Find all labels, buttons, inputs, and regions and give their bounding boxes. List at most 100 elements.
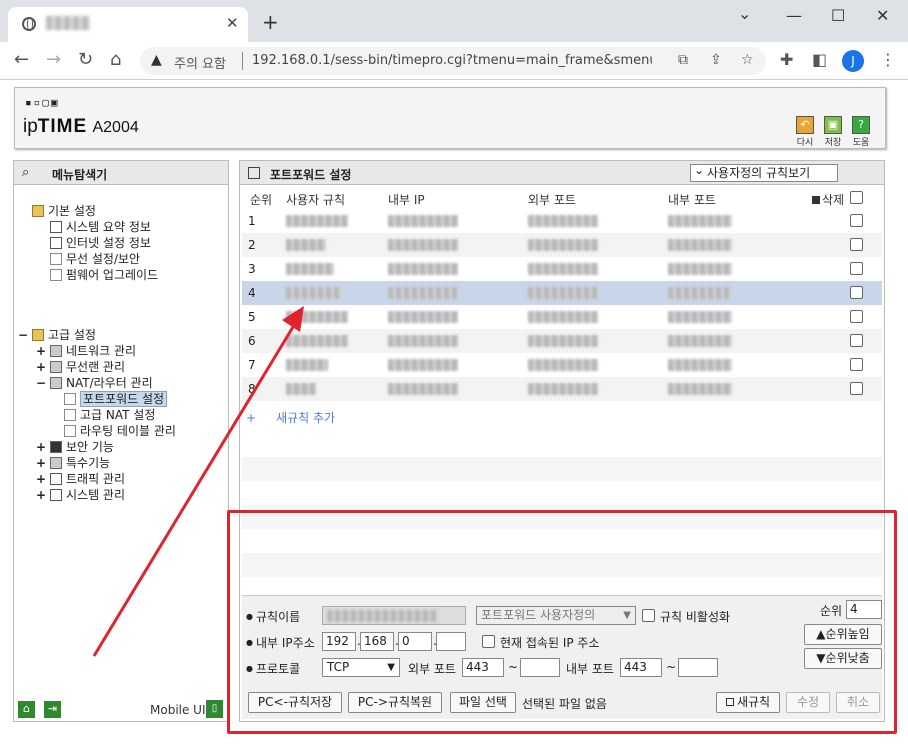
ip-octet-4[interactable] xyxy=(436,632,466,651)
warning-triangle-icon[interactable]: ▲ xyxy=(151,52,162,68)
tree-security[interactable]: + 보안 기능 xyxy=(36,439,114,455)
reload-config-button[interactable]: ↶ 다시 xyxy=(795,116,815,148)
help-button[interactable]: ? 도움 xyxy=(851,116,871,148)
side-panel-icon[interactable]: ◧ xyxy=(812,52,827,68)
int-port-to-input[interactable] xyxy=(678,658,718,677)
internal-ip-label: ● 내부 IP주소 xyxy=(246,636,315,650)
delete-checkbox[interactable] xyxy=(850,358,863,371)
rule-type-select[interactable]: 포트포워드 사용자정의 ▼ xyxy=(476,606,636,625)
tree-wlan-manage[interactable]: + 무선랜 관리 xyxy=(36,359,125,375)
save-rules-to-pc-button[interactable]: PC<-규칙저장 xyxy=(248,692,342,713)
delete-checkbox[interactable] xyxy=(850,334,863,347)
tree-special[interactable]: + 특수기능 xyxy=(36,455,110,471)
ip-octet-1[interactable]: 192 xyxy=(322,632,356,651)
tree-port-forward[interactable]: 포트포워드 설정 xyxy=(64,391,168,407)
restore-rules-from-pc-button[interactable]: PC->규칙복원 xyxy=(348,692,442,713)
empty-row xyxy=(242,505,882,529)
delete-checkbox[interactable] xyxy=(850,214,863,227)
expand-toggle[interactable]: + xyxy=(36,455,46,471)
rank-input[interactable]: 4 xyxy=(846,600,882,619)
new-rule-button[interactable]: 새규칙 xyxy=(716,692,780,713)
security-warning-text[interactable]: 주의 요함 xyxy=(174,53,226,72)
tree-network-manage[interactable]: + 네트워크 관리 xyxy=(36,343,136,359)
protocol-select[interactable]: TCP ▼ xyxy=(322,658,400,677)
collapse-toggle[interactable]: − xyxy=(36,375,46,391)
table-row[interactable]: 3 xyxy=(242,257,882,281)
tree-firmware-upgrade[interactable]: 펌웨어 업그레이드 xyxy=(50,267,158,283)
expand-toggle[interactable]: + xyxy=(36,471,46,487)
table-row[interactable]: 7 xyxy=(242,353,882,377)
table-row[interactable]: 2 xyxy=(242,233,882,257)
tab-search-chevron-icon[interactable]: ⌄ xyxy=(738,4,751,23)
minimize-button[interactable]: — xyxy=(786,6,802,25)
url-text[interactable]: 192.168.0.1/sess-bin/timepro.cgi?tmenu=m… xyxy=(252,53,652,68)
tree-wireless-security[interactable]: 무선 설정/보안 xyxy=(50,251,140,267)
omnibox[interactable]: ▲ 주의 요함 192.168.0.1/sess-bin/timepro.cgi… xyxy=(140,47,766,75)
add-rule-link[interactable]: + 새규칙 추가 xyxy=(246,409,335,426)
tree-advanced-settings[interactable]: − 고급 설정 xyxy=(18,327,96,343)
tree-internet-info[interactable]: 인터넷 설정 정보 xyxy=(50,235,151,251)
tree-system-summary[interactable]: 시스템 요약 정보 xyxy=(50,219,151,235)
tree-nat-router[interactable]: − NAT/라우터 관리 xyxy=(36,375,153,391)
expand-toggle[interactable]: + xyxy=(36,487,46,503)
table-row[interactable]: 4 xyxy=(242,281,882,305)
mobile-icon[interactable]: ▯ xyxy=(206,700,223,718)
modify-button[interactable]: 수정 xyxy=(786,692,830,713)
rule-name-cell xyxy=(286,239,326,251)
empty-row xyxy=(242,457,882,481)
open-in-app-icon[interactable]: ⧉ xyxy=(678,52,688,68)
ip-octet-3[interactable]: 0 xyxy=(398,632,432,651)
delete-checkbox[interactable] xyxy=(850,238,863,251)
table-row[interactable]: 8 xyxy=(242,377,882,401)
rule-view-select[interactable]: 사용자정의 규칙보기 xyxy=(690,162,838,182)
table-row[interactable]: 1 xyxy=(242,209,882,233)
expand-toggle[interactable]: + xyxy=(36,359,46,375)
rank-up-button[interactable]: ▲순위높임 xyxy=(804,624,882,645)
extensions-puzzle-icon[interactable]: ✚ xyxy=(780,52,793,68)
reload-icon[interactable]: ↻ xyxy=(78,50,93,70)
expand-toggle[interactable]: + xyxy=(36,343,46,359)
logout-icon[interactable]: ⇥ xyxy=(44,701,61,718)
browser-tab[interactable]: ✕ xyxy=(8,7,248,42)
delete-checkbox[interactable] xyxy=(850,262,863,275)
tree-basic-settings[interactable]: 기본 설정 xyxy=(32,203,96,219)
table-row[interactable]: 6 xyxy=(242,329,882,353)
ip-octet-2[interactable]: 168 xyxy=(360,632,394,651)
disable-rule-checkbox[interactable] xyxy=(642,609,655,622)
traffic-chart-icon xyxy=(50,473,62,485)
file-select-button[interactable]: 파일 선택 xyxy=(450,692,516,713)
tab-close-icon[interactable]: ✕ xyxy=(226,14,239,32)
ext-port-label: 외부 포트 xyxy=(408,662,456,676)
save-config-button[interactable]: ▣ 저장 xyxy=(823,116,843,148)
tree-traffic[interactable]: + 트래픽 관리 xyxy=(36,471,125,487)
tree-routing-table[interactable]: 라우팅 테이블 관리 xyxy=(64,423,176,439)
cancel-button[interactable]: 취소 xyxy=(836,692,880,713)
window-close-button[interactable]: ✕ xyxy=(876,6,889,25)
delete-checkbox[interactable] xyxy=(850,382,863,395)
delete-checkbox[interactable] xyxy=(850,286,863,299)
ext-port-to-input[interactable] xyxy=(520,658,560,677)
bookmark-star-icon[interactable]: ☆ xyxy=(741,52,754,68)
tree-advanced-nat[interactable]: 고급 NAT 설정 xyxy=(64,407,155,423)
forward-arrow-icon[interactable]: → xyxy=(46,50,61,70)
delete-checkbox[interactable] xyxy=(850,310,863,323)
current-ip-checkbox[interactable] xyxy=(482,635,495,648)
select-all-checkbox[interactable] xyxy=(850,191,863,204)
tree-system-manage[interactable]: + 시스템 관리 xyxy=(36,487,125,503)
back-arrow-icon[interactable]: ← xyxy=(14,50,29,70)
more-menu-icon[interactable]: ⋮ xyxy=(880,52,896,68)
share-icon[interactable]: ⇪ xyxy=(710,52,722,68)
new-tab-button[interactable]: + xyxy=(262,12,279,32)
mobile-ui-link[interactable]: Mobile UI xyxy=(150,703,206,717)
expand-toggle[interactable]: + xyxy=(36,439,46,455)
int-port-from-input[interactable]: 443 xyxy=(620,658,662,677)
table-row[interactable]: 5 xyxy=(242,305,882,329)
profile-avatar[interactable]: J xyxy=(842,50,864,72)
rank-down-button[interactable]: ▼순위낮춤 xyxy=(804,648,882,669)
rule-name-input[interactable] xyxy=(322,606,466,625)
ext-port-from-input[interactable]: 443 xyxy=(462,658,504,677)
collapse-toggle[interactable]: − xyxy=(18,327,28,343)
home-icon[interactable]: ⌂ xyxy=(110,50,121,70)
home-icon[interactable]: ⌂ xyxy=(18,701,35,718)
maximize-button[interactable]: ☐ xyxy=(831,6,845,25)
